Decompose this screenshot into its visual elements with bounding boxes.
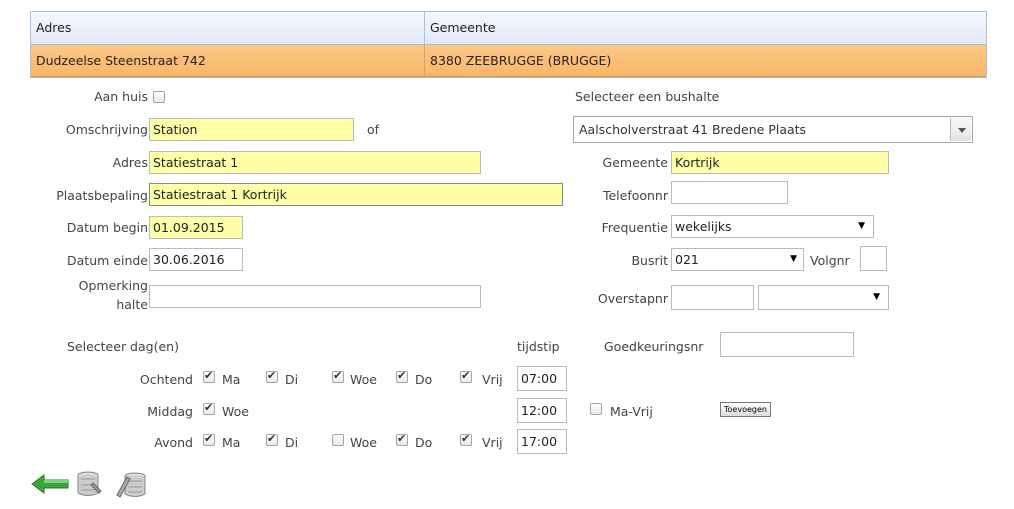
busrit-select[interactable]: 021 ▼ [671, 248, 804, 271]
plaatsbepaling-label: Plaatsbepaling [56, 188, 148, 203]
busrit-label: Busrit [631, 253, 668, 268]
adres-label: Adres [112, 155, 148, 170]
datum-begin-label: Datum begin [66, 220, 148, 235]
opmerking-label-line1: Opmerking [78, 278, 148, 293]
back-arrow-icon[interactable] [30, 471, 70, 497]
ochtend-vrij-checkbox[interactable] [460, 369, 472, 383]
ochtend-vrij-label: Vrij [482, 372, 503, 387]
avond-do-label: Do [415, 435, 433, 450]
column-header-adres[interactable]: Adres [31, 12, 425, 44]
frequentie-select-value: wekelijks [675, 219, 732, 234]
chevron-down-icon: ▼ [790, 254, 797, 264]
ma-vrij-label: Ma-Vrij [610, 404, 653, 419]
ochtend-woe-label: Woe [350, 372, 377, 387]
goedkeuringsnr-input[interactable] [720, 332, 854, 357]
bushalte-select-value: Aalscholverstraat 41 Bredene Plaats [579, 122, 807, 137]
ochtend-time-input[interactable]: 07:00 [517, 366, 567, 391]
volgnr-input[interactable] [860, 246, 887, 271]
database-icon[interactable] [75, 469, 105, 499]
chevron-down-icon: ▼ [858, 221, 865, 231]
address-grid: Adres Gemeente Dudzeelse Steenstraat 742… [30, 11, 987, 78]
ochtend-di-checkbox[interactable] [266, 369, 278, 383]
table-row[interactable]: Dudzeelse Steenstraat 742 8380 ZEEBRUGGE… [31, 45, 986, 77]
aan-huis-checkbox[interactable] [153, 91, 165, 103]
row-gemeente: 8380 ZEEBRUGGE (BRUGGE) [430, 53, 612, 68]
ochtend-do-label: Do [415, 372, 433, 387]
middag-label: Middag [147, 404, 193, 419]
avond-ma-label: Ma [222, 435, 241, 450]
aan-huis-label: Aan huis [94, 89, 148, 104]
middag-woe-checkbox[interactable] [203, 401, 215, 415]
telefoon-label: Telefoonnr [602, 188, 668, 203]
plaatsbepaling-input[interactable]: Statiestraat 1 Kortrijk [149, 183, 563, 206]
datum-einde-label: Datum einde [67, 253, 148, 268]
opmerking-label-line2: halte [116, 297, 148, 312]
opmerking-halte-input[interactable] [149, 285, 481, 308]
avond-vrij-label: Vrij [482, 435, 503, 450]
ochtend-ma-checkbox[interactable] [203, 369, 215, 383]
column-header-gemeente[interactable]: Gemeente [425, 12, 495, 44]
selecteer-dagen-label: Selecteer dag(en) [67, 339, 179, 354]
chevron-down-icon[interactable] [950, 118, 971, 141]
overstapnr-label: Overstapnr [597, 291, 668, 306]
gemeente-label: Gemeente [602, 155, 668, 170]
volgnr-label: Volgnr [810, 253, 850, 268]
avond-time-input[interactable]: 17:00 [517, 429, 567, 454]
middag-time-input[interactable]: 12:00 [517, 398, 567, 423]
ochtend-ma-label: Ma [222, 372, 241, 387]
frequentie-label: Frequentie [601, 220, 668, 235]
ochtend-label: Ochtend [139, 372, 193, 387]
avond-di-checkbox[interactable] [266, 432, 278, 446]
chevron-down-icon: ▼ [873, 292, 880, 302]
overstap-select[interactable]: ▼ [758, 285, 889, 310]
bushalte-label: Selecteer een bushalte [575, 89, 720, 104]
of-label: of [367, 122, 380, 137]
tijdstip-label: tijdstip [517, 339, 560, 354]
ochtend-woe-checkbox[interactable] [332, 369, 344, 383]
grid-header: Adres Gemeente [31, 12, 986, 45]
adres-input[interactable]: Statiestraat 1 [149, 151, 481, 174]
frequentie-select[interactable]: wekelijks ▼ [671, 215, 874, 238]
omschrijving-label: Omschrijving [65, 122, 148, 137]
ochtend-di-label: Di [285, 372, 299, 387]
gemeente-input[interactable]: Kortrijk [671, 151, 889, 174]
datum-begin-input[interactable]: 01.09.2015 [149, 216, 243, 239]
avond-vrij-checkbox[interactable] [460, 432, 472, 446]
busrit-select-value: 021 [675, 252, 699, 267]
goedkeuringsnr-label: Goedkeuringsnr [604, 339, 704, 354]
middag-woe-label: Woe [222, 404, 249, 419]
telefoon-input[interactable] [671, 181, 788, 204]
avond-label: Avond [154, 435, 193, 450]
avond-di-label: Di [285, 435, 299, 450]
avond-ma-checkbox[interactable] [203, 432, 215, 446]
avond-do-checkbox[interactable] [396, 432, 408, 446]
ma-vrij-checkbox[interactable] [590, 403, 602, 415]
bushalte-select[interactable]: Aalscholverstraat 41 Bredene Plaats [573, 116, 973, 143]
avond-woe-checkbox[interactable] [332, 434, 344, 446]
toevoegen-button[interactable]: Toevoegen [720, 402, 771, 417]
datum-einde-input[interactable]: 30.06.2016 [149, 248, 243, 271]
omschrijving-input[interactable]: Station [149, 118, 354, 141]
row-adres: Dudzeelse Steenstraat 742 [31, 45, 425, 76]
database-edit-icon[interactable] [113, 469, 157, 501]
avond-woe-label: Woe [350, 435, 377, 450]
ochtend-do-checkbox[interactable] [396, 369, 408, 383]
overstapnr-input[interactable] [671, 285, 754, 310]
